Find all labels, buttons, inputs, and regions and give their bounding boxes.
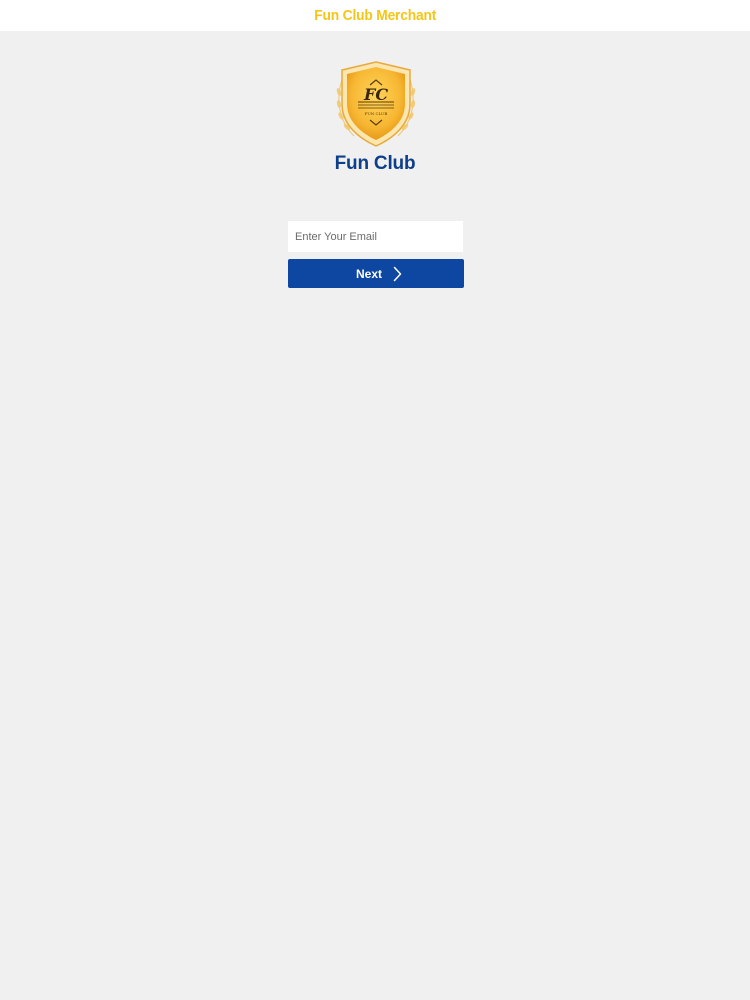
app-title: Fun Club Merchant	[314, 7, 436, 24]
next-button[interactable]: Next	[288, 259, 464, 288]
shield-badge-icon: FC FUN CLUB	[336, 61, 416, 147]
chevron-right-icon	[393, 266, 402, 281]
svg-text:FUN CLUB: FUN CLUB	[365, 111, 388, 116]
svg-text:FC: FC	[363, 85, 388, 104]
next-button-label: Next	[355, 266, 382, 281]
fun-club-logo: FC FUN CLUB	[330, 58, 422, 150]
app-bar: Fun Club Merchant	[0, 0, 750, 31]
login-screen: FC FUN CLUB Fun Club Next	[0, 31, 750, 1000]
brand-name: Fun Club	[334, 153, 416, 174]
email-field[interactable]	[288, 221, 463, 252]
